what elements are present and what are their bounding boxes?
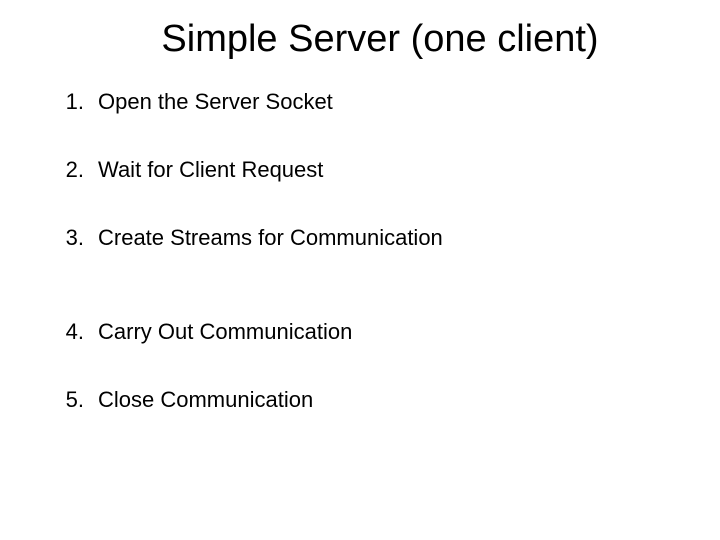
item-text: Wait for Client Request [98,157,680,183]
list-item: 2. Wait for Client Request [40,157,680,183]
list-item: 1. Open the Server Socket [40,89,680,115]
item-number: 4. [40,319,98,345]
item-number: 2. [40,157,98,183]
item-text: Open the Server Socket [98,89,680,115]
list-item: 4. Carry Out Communication [40,319,680,345]
list-item: 5. Close Communication [40,387,680,413]
step-list: 1. Open the Server Socket 2. Wait for Cl… [40,89,680,413]
item-text: Close Communication [98,387,680,413]
item-number: 5. [40,387,98,413]
item-number: 1. [40,89,98,115]
item-number: 3. [40,225,98,251]
item-text: Carry Out Communication [98,319,680,345]
slide-title: Simple Server (one client) [40,18,680,61]
item-text: Create Streams for Communication [98,225,680,251]
slide: Simple Server (one client) 1. Open the S… [0,0,720,540]
list-item: 3. Create Streams for Communication [40,225,680,251]
